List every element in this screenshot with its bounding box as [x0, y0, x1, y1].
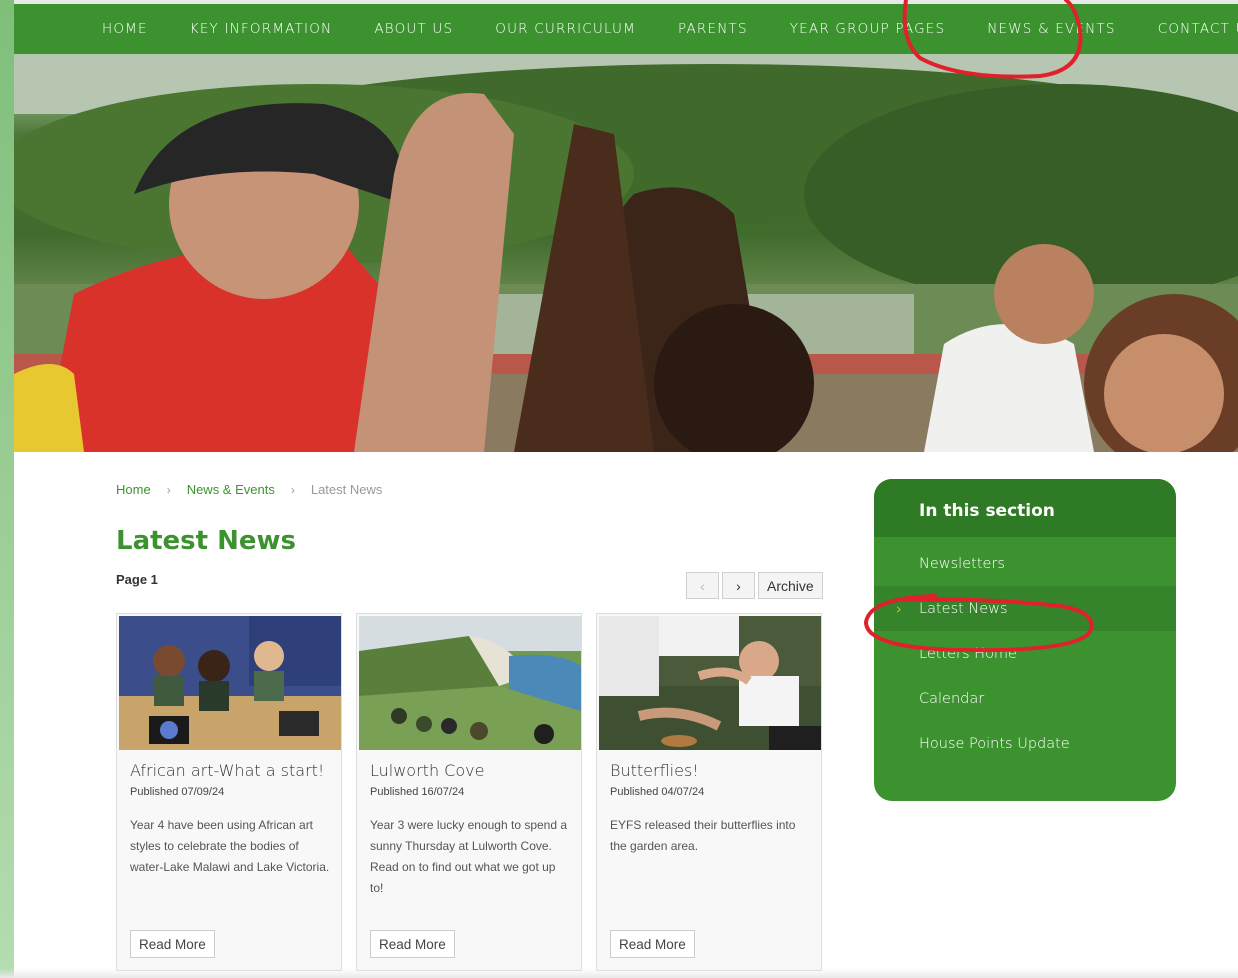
nav-item-key-information[interactable]: KEY INFORMATION [169, 21, 354, 37]
breadcrumb-home-link[interactable]: Home [116, 482, 151, 497]
sidebar-item-label: Latest News [919, 600, 1008, 617]
archive-button[interactable]: Archive [758, 572, 823, 599]
news-card[interactable]: Butterflies! Published 04/07/24 EYFS rel… [596, 613, 822, 971]
left-edge-strip [0, 0, 14, 978]
news-card-title[interactable]: African art-What a start! [130, 761, 324, 780]
sidebar-menu: Newsletters › Latest News Letters Home C… [874, 541, 1176, 766]
main-nav: HOME KEY INFORMATION ABOUT US OUR CURRIC… [102, 4, 1238, 54]
nav-item-contact-us[interactable]: CONTACT US [1137, 21, 1238, 37]
top-navigation-bar: HOME KEY INFORMATION ABOUT US OUR CURRIC… [14, 0, 1238, 54]
next-page-button[interactable]: › [722, 572, 755, 599]
breadcrumb-news-events-link[interactable]: News & Events [187, 482, 275, 497]
news-card-list: African art-What a start! Published 07/0… [116, 613, 822, 971]
pagination-controls: ‹ › Archive [686, 572, 823, 599]
sidebar-item-latest-news[interactable]: › Latest News [874, 586, 1176, 631]
news-card-date: Published 16/07/24 [370, 786, 465, 798]
read-more-button[interactable]: Read More [130, 930, 215, 958]
hero-banner-image [14, 54, 1238, 452]
nav-item-news-events[interactable]: NEWS & EVENTS [966, 21, 1136, 37]
sidebar-item-label: Calendar [919, 690, 985, 707]
african-art-photo [119, 616, 341, 750]
hero-photo-illustration [14, 54, 1238, 452]
nav-item-our-curriculum[interactable]: OUR CURRICULUM [474, 21, 657, 37]
lulworth-cove-photo [359, 616, 581, 750]
sidebar-item-calendar[interactable]: Calendar [874, 676, 1176, 721]
nav-item-year-group-pages[interactable]: YEAR GROUP PAGES [769, 21, 967, 37]
news-card-summary: Year 3 were lucky enough to spend a sunn… [370, 818, 568, 895]
news-card-date: Published 07/09/24 [130, 786, 225, 798]
news-card[interactable]: Lulworth Cove Published 16/07/24 Year 3 … [356, 613, 582, 971]
news-card-summary: EYFS released their butterflies into the… [610, 818, 796, 853]
news-card-title[interactable]: Lulworth Cove [370, 761, 484, 780]
butterflies-photo [599, 616, 821, 750]
read-more-button[interactable]: Read More [370, 930, 455, 958]
nav-item-about-us[interactable]: ABOUT US [353, 21, 474, 37]
chevron-right-icon: › [896, 599, 902, 618]
news-card-date: Published 04/07/24 [610, 786, 705, 798]
nav-item-home[interactable]: HOME [102, 21, 169, 37]
sidebar-item-letters-home[interactable]: Letters Home [874, 631, 1176, 676]
news-card-image[interactable] [119, 616, 341, 750]
breadcrumb-separator: › [166, 482, 171, 497]
previous-page-button[interactable]: ‹ [686, 572, 719, 599]
sidebar-item-label: House Points Update [919, 735, 1070, 752]
news-card-summary: Year 4 have been using African art style… [130, 818, 330, 874]
nav-item-parents[interactable]: PARENTS [657, 21, 769, 37]
news-card[interactable]: African art-What a start! Published 07/0… [116, 613, 342, 971]
read-more-button[interactable]: Read More [610, 930, 695, 958]
sidebar-item-newsletters[interactable]: Newsletters [874, 541, 1176, 586]
news-card-image[interactable] [599, 616, 821, 750]
breadcrumb: Home › News & Events › Latest News [116, 482, 382, 497]
news-card-title[interactable]: Butterflies! [610, 761, 699, 780]
breadcrumb-current: Latest News [310, 482, 383, 497]
bottom-edge-fade [0, 968, 1238, 978]
section-sidebar: In this section Newsletters › Latest New… [874, 479, 1176, 801]
news-card-image[interactable] [359, 616, 581, 750]
breadcrumb-separator: › [290, 482, 295, 497]
sidebar-heading: In this section [874, 479, 1176, 537]
sidebar-item-house-points-update[interactable]: House Points Update [874, 721, 1176, 766]
sidebar-item-label: Letters Home [919, 645, 1017, 662]
sidebar-item-label: Newsletters [919, 555, 1005, 572]
page-number-label: Page 1 [116, 572, 158, 587]
page-title: Latest News [116, 526, 297, 556]
